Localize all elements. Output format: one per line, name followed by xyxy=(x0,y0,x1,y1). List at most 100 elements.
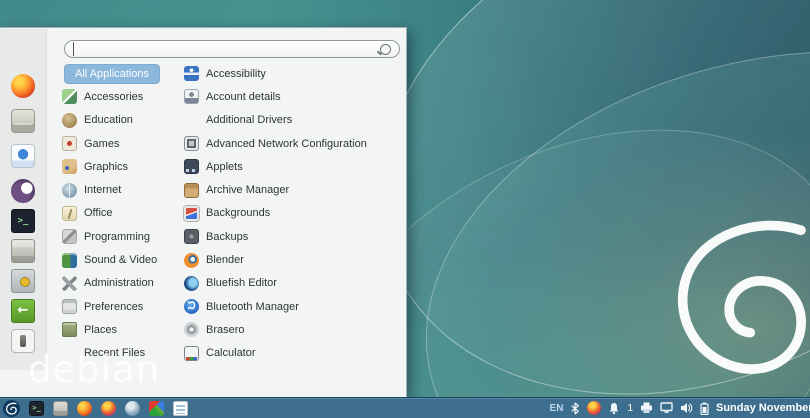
category-label: Administration xyxy=(84,277,154,289)
software-store-icon xyxy=(11,144,35,168)
no-icon xyxy=(184,113,199,128)
graphics-icon xyxy=(62,159,77,174)
chat-icon xyxy=(11,179,35,203)
desktop-watermark: debian xyxy=(28,348,160,391)
category-accessories[interactable]: Accessories xyxy=(62,85,182,108)
system-tray: EN 1 Sunday November xyxy=(550,401,810,415)
keyboard-layout-indicator[interactable]: EN xyxy=(550,403,564,414)
category-preferences[interactable]: Preferences xyxy=(62,295,182,318)
favorite-software-store[interactable] xyxy=(11,144,35,168)
app-label: Archive Manager xyxy=(206,184,289,196)
application-list: Accessibility Account details Additional… xyxy=(184,62,404,365)
favorite-terminal[interactable]: >_ xyxy=(11,209,35,233)
places-icon xyxy=(62,322,77,337)
category-internet[interactable]: Internet xyxy=(62,178,182,201)
administration-icon xyxy=(62,276,77,291)
accessibility-icon xyxy=(184,66,199,81)
application-menu-window: >_ ← All Applications Accessories Educat… xyxy=(0,27,407,398)
menu-button[interactable] xyxy=(3,400,20,417)
app-account-details[interactable]: Account details xyxy=(184,85,404,108)
favorite-firefox[interactable] xyxy=(11,74,35,98)
lock-screen-icon xyxy=(11,269,35,293)
programming-icon xyxy=(62,229,77,244)
app-additional-drivers[interactable]: Additional Drivers xyxy=(184,109,404,132)
app-bluetooth-manager[interactable]: ᙂBluetooth Manager xyxy=(184,295,404,318)
backups-icon xyxy=(184,229,199,244)
preferences-icon xyxy=(62,299,77,314)
firefox-launcher[interactable] xyxy=(77,401,92,416)
brasero-icon xyxy=(184,322,199,337)
bluefish-icon xyxy=(184,276,199,291)
calculator-icon xyxy=(184,346,199,361)
app-label: Backgrounds xyxy=(206,207,270,219)
category-sound-video[interactable]: Sound & Video xyxy=(62,248,182,271)
network-icon xyxy=(184,136,199,151)
category-label: Office xyxy=(84,207,113,219)
thunderbird-launcher[interactable] xyxy=(101,401,116,416)
display-icon[interactable] xyxy=(660,402,673,414)
terminal-launcher[interactable]: >_ xyxy=(29,401,44,416)
category-label: Programming xyxy=(84,231,150,243)
battery-icon[interactable] xyxy=(700,402,709,415)
favorite-files[interactable] xyxy=(11,239,35,263)
terminal-icon: >_ xyxy=(11,209,35,233)
category-label: Graphics xyxy=(84,161,128,173)
category-list: All Applications Accessories Education G… xyxy=(62,62,182,365)
taskbar-panel: >_ EN 1 Sunday November xyxy=(0,397,810,418)
app-label: Applets xyxy=(206,161,243,173)
accessories-icon xyxy=(62,89,77,104)
app-brasero[interactable]: Brasero xyxy=(184,318,404,341)
app-backgrounds[interactable]: Backgrounds xyxy=(184,202,404,225)
debian-swirl-logo xyxy=(668,214,808,390)
files-drives-icon xyxy=(11,239,35,263)
app-archive-manager[interactable]: Archive Manager xyxy=(184,178,404,201)
bluetooth-icon[interactable] xyxy=(570,402,580,415)
printer-icon[interactable] xyxy=(640,402,653,414)
favorite-lock-screen[interactable] xyxy=(11,269,35,293)
notification-count[interactable]: 1 xyxy=(627,403,633,414)
app-label: Account details xyxy=(206,91,281,103)
category-programming[interactable]: Programming xyxy=(62,225,182,248)
thunderbird-tray-icon[interactable] xyxy=(587,401,601,415)
category-label: Sound & Video xyxy=(84,254,157,266)
app-label: Blender xyxy=(206,254,244,266)
image-viewer-launcher[interactable] xyxy=(149,401,164,416)
category-places[interactable]: Places xyxy=(62,318,182,341)
archive-icon xyxy=(184,183,199,198)
clock-date[interactable]: Sunday November xyxy=(716,402,810,414)
app-advanced-network[interactable]: Advanced Network Configuration xyxy=(184,132,404,155)
app-accessibility[interactable]: Accessibility xyxy=(184,62,404,85)
category-administration[interactable]: Administration xyxy=(62,272,182,295)
category-games[interactable]: Games xyxy=(62,132,182,155)
writer-launcher[interactable] xyxy=(173,401,188,416)
favorite-logout[interactable]: ← xyxy=(11,299,35,323)
favorite-chat[interactable] xyxy=(11,179,35,203)
app-bluefish-editor[interactable]: Bluefish Editor xyxy=(184,272,404,295)
package-manager-launcher[interactable] xyxy=(53,401,68,416)
blender-icon xyxy=(184,253,199,268)
category-graphics[interactable]: Graphics xyxy=(62,155,182,178)
app-backups[interactable]: Backups xyxy=(184,225,404,248)
search-input[interactable] xyxy=(73,42,380,56)
category-office[interactable]: Office xyxy=(62,202,182,225)
category-label: Preferences xyxy=(84,301,143,313)
category-all-applications[interactable]: All Applications xyxy=(62,62,182,85)
favorite-package-manager[interactable] xyxy=(11,109,35,133)
sound-video-icon xyxy=(62,253,77,268)
taskbar-launchers: >_ xyxy=(0,400,188,417)
category-label: Accessories xyxy=(84,91,143,103)
account-icon xyxy=(184,89,199,104)
app-label: Additional Drivers xyxy=(206,114,292,126)
app-blender[interactable]: Blender xyxy=(184,248,404,271)
category-label: Places xyxy=(84,324,117,336)
app-calculator[interactable]: Calculator xyxy=(184,342,404,365)
app-label: Bluefish Editor xyxy=(206,277,277,289)
bluetooth-icon: ᙂ xyxy=(184,299,199,314)
app-applets[interactable]: Applets xyxy=(184,155,404,178)
category-label: Internet xyxy=(84,184,121,196)
category-education[interactable]: Education xyxy=(62,109,182,132)
notifications-bell-icon[interactable] xyxy=(608,402,620,415)
games-icon xyxy=(62,136,77,151)
volume-icon[interactable] xyxy=(680,402,693,414)
web-orb-launcher[interactable] xyxy=(125,401,140,416)
